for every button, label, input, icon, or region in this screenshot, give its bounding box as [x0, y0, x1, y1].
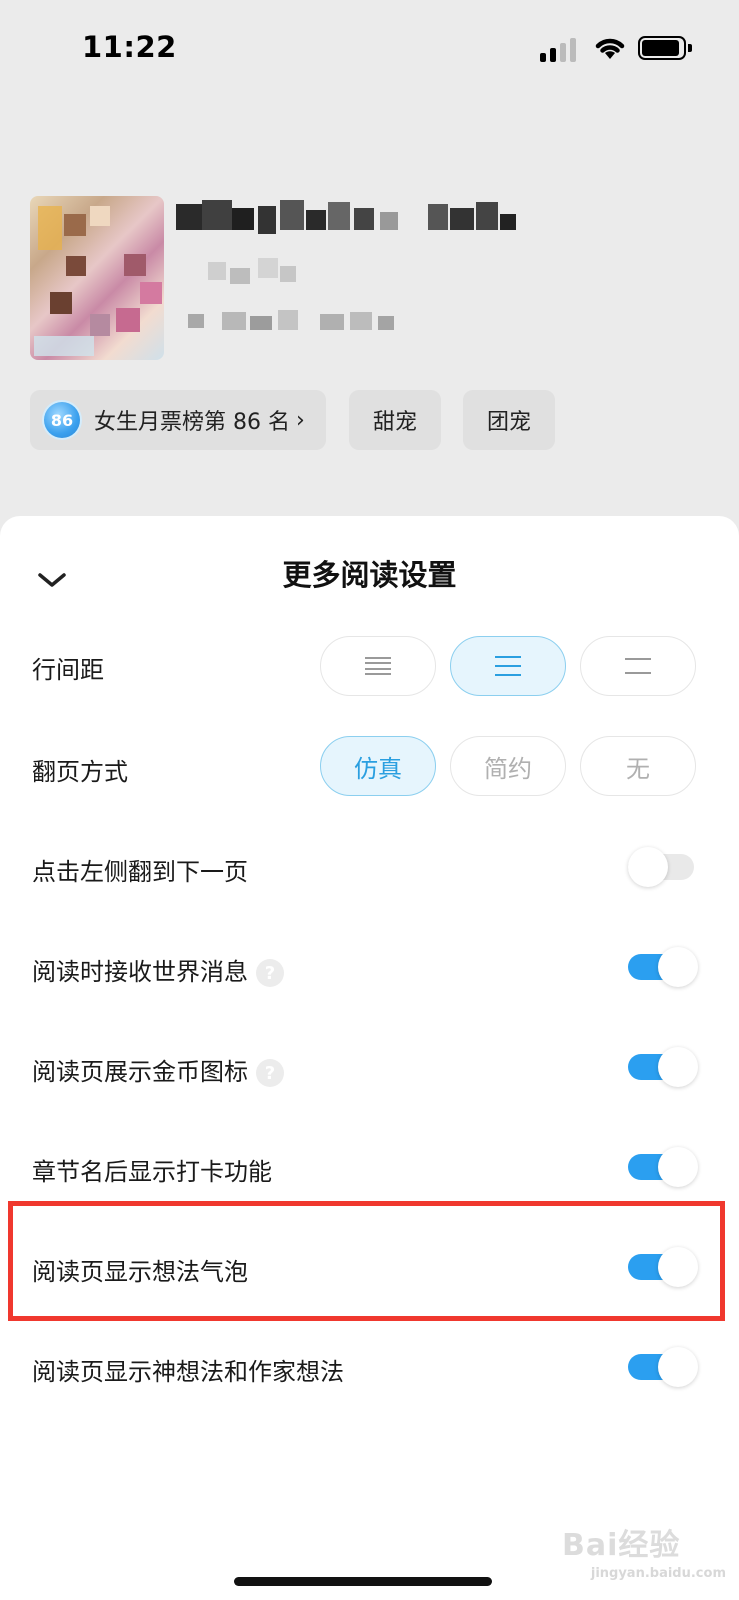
highlight-annotation-box: [8, 1201, 725, 1321]
toggle-world-message[interactable]: [628, 947, 698, 987]
spacing-compact-button[interactable]: [320, 636, 436, 696]
watermark-url: jingyan.baidu.com: [590, 1566, 726, 1581]
spacing-medium-button[interactable]: [450, 636, 566, 696]
spacing-medium-icon: [495, 656, 521, 676]
page-turn-simple-button[interactable]: 简约: [450, 736, 566, 796]
status-bar: 11:22: [0, 0, 739, 100]
toggle-chapter-checkin[interactable]: [628, 1147, 698, 1187]
toggle-author-ideas[interactable]: [628, 1347, 698, 1387]
toggle-label-author-ideas: 阅读页显示神想法和作家想法: [32, 1358, 344, 1386]
help-icon[interactable]: ?: [256, 1059, 284, 1087]
book-cover-image[interactable]: [30, 196, 164, 360]
spacing-compact-icon: [365, 657, 391, 675]
help-icon[interactable]: ?: [256, 959, 284, 987]
toggle-label-world-message: 阅读时接收世界消息: [32, 958, 248, 986]
toggle-label-checkin: 章节名后显示打卡功能: [32, 1158, 272, 1186]
rank-badge: 86: [44, 402, 80, 438]
book-title-obscured: [176, 200, 516, 234]
sheet-title: 更多阅读设置: [282, 558, 457, 592]
toggle-row-coin-icon: 阅读页展示金币图标?: [32, 1052, 284, 1087]
battery-icon: [638, 36, 692, 60]
toggle-coin-icon[interactable]: [628, 1047, 698, 1087]
book-author-obscured: [208, 258, 296, 284]
rank-label: 女生月票榜第 86 名: [94, 410, 290, 435]
wifi-icon: [595, 38, 625, 59]
rank-tag[interactable]: 86 女生月票榜第 86 名 ›: [30, 390, 326, 450]
tag-chip-family[interactable]: 团宠: [463, 390, 555, 450]
toggle-label-coin-icon: 阅读页展示金币图标: [32, 1058, 248, 1086]
status-time: 11:22: [82, 30, 177, 64]
spacing-loose-icon: [625, 658, 651, 674]
spacing-loose-button[interactable]: [580, 636, 696, 696]
tag-chip-sweet[interactable]: 甜宠: [349, 390, 441, 450]
toggle-row-world-message: 阅读时接收世界消息?: [32, 952, 284, 987]
page-turn-label: 翻页方式: [32, 758, 128, 786]
page-turn-simulate-button[interactable]: 仿真: [320, 736, 436, 796]
toggle-tap-left-next-page[interactable]: [628, 847, 696, 887]
home-indicator[interactable]: [234, 1577, 492, 1586]
reading-settings-sheet: 更多阅读设置 行间距 翻页方式 仿真 简约 无 点击左侧翻到下一页 阅读时接收世…: [0, 516, 739, 1600]
page-turn-none-button[interactable]: 无: [580, 736, 696, 796]
baidu-jingyan-watermark: Bai经验 jingyan.baidu.com: [562, 1520, 732, 1592]
cellular-signal-icon: [540, 36, 578, 62]
book-meta-obscured: [188, 310, 394, 330]
toggle-label-tap-left: 点击左侧翻到下一页: [32, 858, 248, 886]
watermark-logo: Bai经验: [562, 1528, 681, 1563]
line-spacing-label: 行间距: [32, 656, 104, 684]
chevron-right-icon: ›: [295, 407, 305, 433]
